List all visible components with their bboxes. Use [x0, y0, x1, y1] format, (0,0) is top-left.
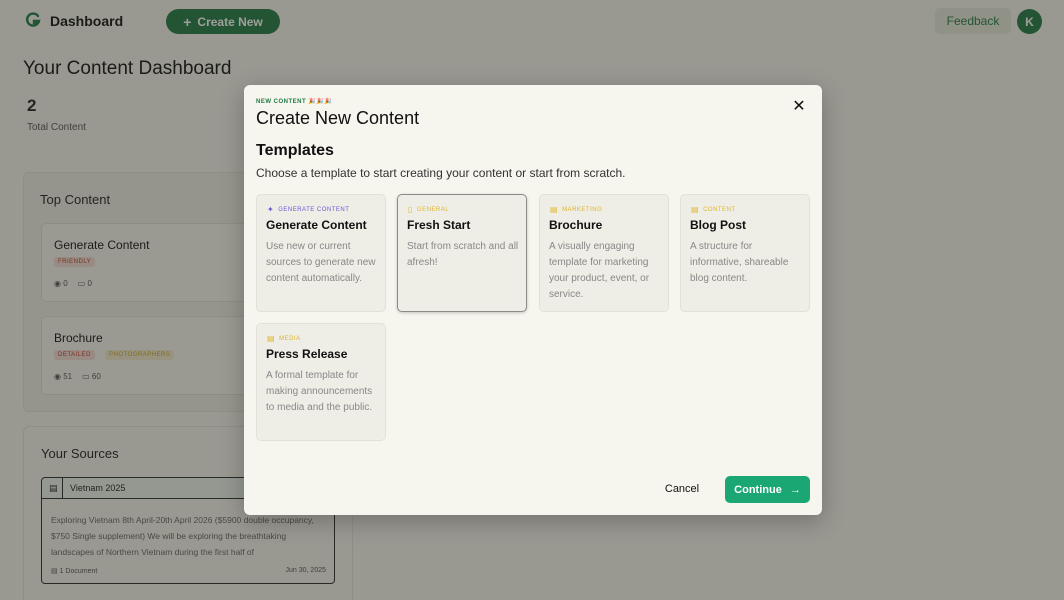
- template-card-press-release[interactable]: ▤ MEDIA Press Release A formal template …: [256, 323, 386, 441]
- template-description: Use new or current sources to generate n…: [266, 241, 376, 284]
- arrow-right-icon: →: [789, 483, 801, 496]
- template-category: ▤ MARKETING: [550, 205, 603, 214]
- template-description: A structure for informative, shareable b…: [690, 241, 789, 284]
- list-icon: ▤: [267, 334, 276, 343]
- template-card-fresh-start[interactable]: ▯ GENERAL Fresh Start Start from scratch…: [397, 194, 527, 312]
- continue-label: Continue: [734, 483, 782, 496]
- template-name: Fresh Start: [407, 218, 471, 232]
- template-description: A visually engaging template for marketi…: [549, 241, 650, 300]
- template-category: ▤ MEDIA: [267, 334, 301, 343]
- document-icon: ▯: [408, 205, 413, 214]
- template-category: ▯ GENERAL: [408, 205, 450, 214]
- list-icon: ▤: [550, 205, 559, 214]
- template-name: Brochure: [549, 218, 603, 232]
- templates-heading: Templates: [256, 142, 334, 159]
- template-category: ▤ CONTENT: [691, 205, 736, 214]
- template-card-brochure[interactable]: ▤ MARKETING Brochure A visually engaging…: [539, 194, 669, 312]
- template-name: Generate Content: [266, 218, 367, 232]
- templates-subtitle: Choose a template to start creating your…: [256, 166, 626, 180]
- modal-eyebrow: NEW CONTENT 🎉🎉🎉: [256, 99, 333, 105]
- list-icon: ▤: [691, 205, 700, 214]
- modal-title: Create New Content: [256, 108, 420, 128]
- template-card-generate-content[interactable]: ✦ GENERATE CONTENT Generate Content Use …: [256, 194, 386, 312]
- template-description: A formal template for making announcemen…: [266, 370, 373, 413]
- continue-button[interactable]: Continue →: [725, 476, 810, 503]
- sparkle-icon: ✦: [267, 205, 275, 214]
- template-name: Press Release: [266, 347, 348, 361]
- template-description: Start from scratch and all afresh!: [407, 241, 519, 268]
- template-name: Blog Post: [690, 218, 746, 232]
- close-icon[interactable]: ✕: [790, 97, 808, 115]
- cancel-button[interactable]: Cancel: [654, 477, 710, 501]
- create-content-modal: NEW CONTENT 🎉🎉🎉 Create New Content ✕ Tem…: [244, 85, 822, 515]
- template-category: ✦ GENERATE CONTENT: [267, 205, 350, 214]
- template-card-blog-post[interactable]: ▤ CONTENT Blog Post A structure for info…: [680, 194, 810, 312]
